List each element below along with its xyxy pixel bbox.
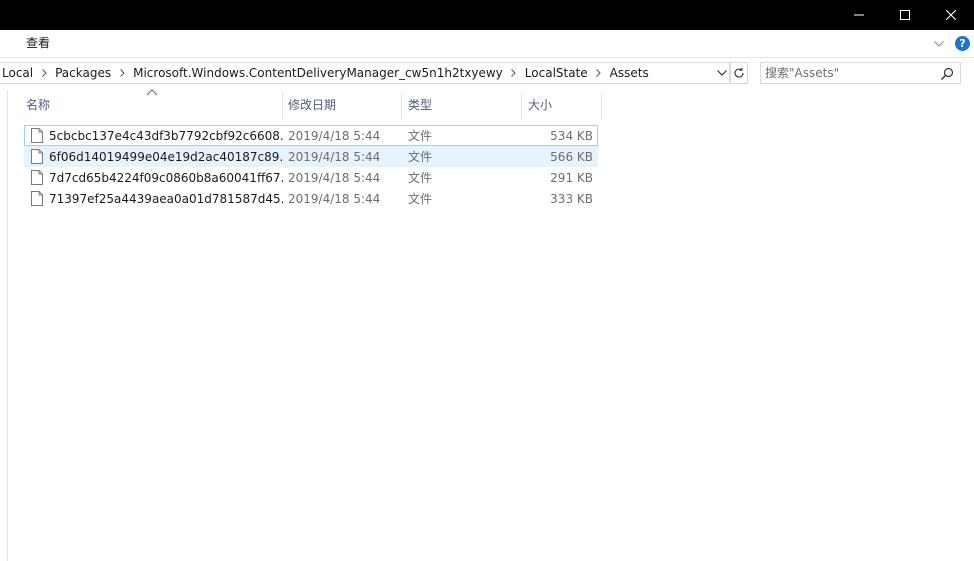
- file-icon: [29, 128, 45, 144]
- minimize-button[interactable]: [836, 0, 882, 30]
- chevron-right-icon[interactable]: [590, 63, 608, 83]
- file-date: 2019/4/18 5:44: [288, 191, 381, 206]
- file-type: 文件: [408, 129, 433, 143]
- file-size: 566 KB: [550, 149, 593, 164]
- file-icon: [29, 149, 45, 165]
- file-date: 2019/4/18 5:44: [288, 149, 381, 164]
- title-bar: [0, 0, 974, 30]
- refresh-button[interactable]: [730, 62, 748, 84]
- file-icon: [29, 191, 45, 207]
- file-size: 534 KB: [550, 128, 593, 143]
- file-row[interactable]: 71397ef25a4439aea0a01d781587d45... 2019/…: [24, 188, 598, 209]
- chevron-down-icon: [717, 70, 727, 76]
- file-size: 333 KB: [550, 191, 593, 206]
- file-icon: [29, 170, 45, 186]
- file-row[interactable]: 7d7cd65b4224f09c0860b8a60041ff67... 2019…: [24, 167, 598, 188]
- breadcrumb-assets[interactable]: Assets: [608, 66, 651, 80]
- chevron-down-icon: [934, 41, 944, 47]
- chevron-right-icon[interactable]: [35, 63, 53, 83]
- column-header-name[interactable]: 名称: [20, 92, 283, 120]
- ribbon: 查看 ?: [0, 30, 974, 58]
- column-header-date[interactable]: 修改日期: [282, 92, 402, 120]
- file-size: 291 KB: [550, 170, 593, 185]
- refresh-icon: [734, 67, 744, 78]
- address-row: Local Packages Microsoft.Windows.Content…: [0, 58, 974, 90]
- expand-ribbon-button[interactable]: [930, 35, 948, 53]
- file-name: 71397ef25a4439aea0a01d781587d45...: [49, 191, 283, 206]
- search-icon[interactable]: [939, 66, 955, 82]
- breadcrumb-localstate[interactable]: LocalState: [523, 66, 590, 80]
- navigation-pane[interactable]: [0, 90, 8, 561]
- address-history-dropdown[interactable]: [714, 62, 730, 84]
- breadcrumb-contentdeliverymanager[interactable]: Microsoft.Windows.ContentDeliveryManager…: [131, 66, 505, 80]
- breadcrumb-local[interactable]: Local: [0, 66, 35, 80]
- breadcrumb-packages[interactable]: Packages: [53, 66, 113, 80]
- search-input[interactable]: [765, 64, 935, 82]
- help-icon[interactable]: ?: [955, 36, 970, 51]
- chevron-right-icon[interactable]: [505, 63, 523, 83]
- chevron-right-icon[interactable]: [113, 63, 131, 83]
- maximize-button[interactable]: [882, 0, 928, 30]
- close-button[interactable]: [928, 0, 974, 30]
- close-icon: [946, 10, 956, 20]
- file-date: 2019/4/18 5:44: [288, 170, 381, 185]
- address-bar[interactable]: Local Packages Microsoft.Windows.Content…: [0, 62, 730, 84]
- file-date: 2019/4/18 5:44: [288, 128, 381, 143]
- file-row[interactable]: 6f06d14019499e04e19d2ac40187c89... 2019/…: [24, 146, 598, 167]
- tab-view[interactable]: 查看: [18, 30, 58, 57]
- file-type: 文件: [408, 171, 433, 185]
- file-type: 文件: [408, 150, 433, 164]
- file-type: 文件: [408, 192, 433, 206]
- minimize-icon: [854, 14, 864, 16]
- search-box[interactable]: [760, 62, 961, 84]
- maximize-icon: [900, 10, 910, 20]
- file-name: 7d7cd65b4224f09c0860b8a60041ff67...: [49, 170, 283, 185]
- file-row[interactable]: 5cbcbc137e4c43df3b7792cbf92c6608... 2019…: [24, 125, 598, 146]
- file-name: 5cbcbc137e4c43df3b7792cbf92c6608...: [49, 128, 283, 143]
- file-name: 6f06d14019499e04e19d2ac40187c89...: [49, 149, 283, 164]
- file-list: 5cbcbc137e4c43df3b7792cbf92c6608... 2019…: [24, 125, 598, 209]
- column-header-type[interactable]: 类型: [402, 92, 522, 120]
- column-header-size[interactable]: 大小: [522, 92, 602, 120]
